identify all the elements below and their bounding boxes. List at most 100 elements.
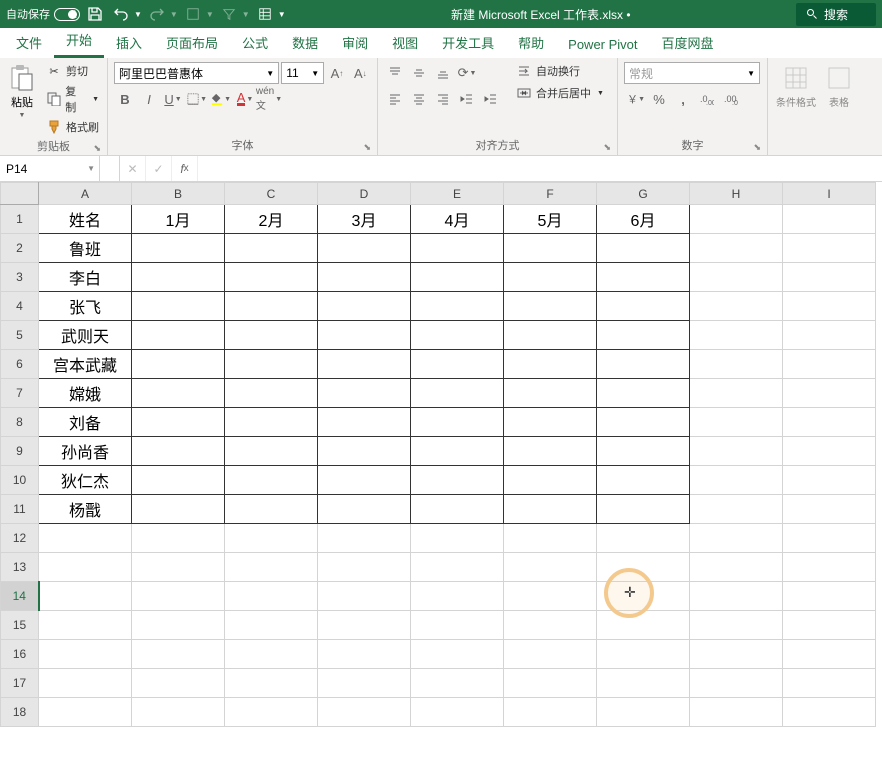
cell-B1[interactable]: 1月 [132,205,225,234]
cell-I18[interactable] [783,698,876,727]
cell-C6[interactable] [225,350,318,379]
cell-C13[interactable] [225,553,318,582]
cell-I4[interactable] [783,292,876,321]
cell-A9[interactable]: 孙尚香 [39,437,132,466]
cancel-formula-icon[interactable]: ✕ [120,156,146,181]
cell-B13[interactable] [132,553,225,582]
cell-I8[interactable] [783,408,876,437]
cell-B5[interactable] [132,321,225,350]
cell-E8[interactable] [411,408,504,437]
tab-data[interactable]: 数据 [280,27,330,58]
cell-H13[interactable] [690,553,783,582]
row-header-7[interactable]: 7 [1,379,39,408]
row-header-1[interactable]: 1 [1,205,39,234]
cell-A3[interactable]: 李白 [39,263,132,292]
cell-G15[interactable] [597,611,690,640]
cell-I9[interactable] [783,437,876,466]
cell-I17[interactable] [783,669,876,698]
cell-D3[interactable] [318,263,411,292]
cell-D5[interactable] [318,321,411,350]
cell-F14[interactable] [504,582,597,611]
cell-B3[interactable] [132,263,225,292]
row-header-6[interactable]: 6 [1,350,39,379]
cell-H10[interactable] [690,466,783,495]
tab-review[interactable]: 审阅 [330,27,380,58]
cell-I2[interactable] [783,234,876,263]
cell-F12[interactable] [504,524,597,553]
merge-center-button[interactable]: 合并后居中▼ [514,84,606,102]
cell-H18[interactable] [690,698,783,727]
number-launcher[interactable]: ⬊ [753,142,761,153]
accounting-icon[interactable]: ￥▼ [624,88,646,110]
cell-D4[interactable] [318,292,411,321]
formula-input[interactable] [198,156,882,181]
cell-F15[interactable] [504,611,597,640]
row-header-10[interactable]: 10 [1,466,39,495]
cell-D6[interactable] [318,350,411,379]
cell-F17[interactable] [504,669,597,698]
tab-power-pivot[interactable]: Power Pivot [556,31,649,58]
row-header-11[interactable]: 11 [1,495,39,524]
search-box[interactable]: 搜索 [796,3,876,26]
col-header-H[interactable]: H [690,183,783,205]
italic-button[interactable]: I [138,88,160,110]
cell-H3[interactable] [690,263,783,292]
tab-developer[interactable]: 开发工具 [430,27,506,58]
redo-dropdown[interactable]: ▼ [170,10,178,19]
cell-H15[interactable] [690,611,783,640]
cell-G9[interactable] [597,437,690,466]
cell-I15[interactable] [783,611,876,640]
align-top-icon[interactable] [384,62,406,84]
cell-G5[interactable] [597,321,690,350]
cell-F16[interactable] [504,640,597,669]
cell-E12[interactable] [411,524,504,553]
font-launcher[interactable]: ⬊ [363,142,371,153]
insert-function-icon[interactable]: fx [172,156,198,181]
cell-E13[interactable] [411,553,504,582]
dec-decimal-icon[interactable]: .00.0 [720,88,742,110]
col-header-I[interactable]: I [783,183,876,205]
cell-G4[interactable] [597,292,690,321]
cell-A12[interactable] [39,524,132,553]
format-table-button[interactable]: 表格 [824,62,854,111]
cell-C18[interactable] [225,698,318,727]
cell-D15[interactable] [318,611,411,640]
wrap-text-button[interactable]: 自动换行 [514,62,606,80]
tab-formulas[interactable]: 公式 [230,27,280,58]
cell-I13[interactable] [783,553,876,582]
row-header-9[interactable]: 9 [1,437,39,466]
cell-B14[interactable] [132,582,225,611]
cell-C2[interactable] [225,234,318,263]
row-header-3[interactable]: 3 [1,263,39,292]
col-header-B[interactable]: B [132,183,225,205]
cell-A17[interactable] [39,669,132,698]
cell-B4[interactable] [132,292,225,321]
cell-H11[interactable] [690,495,783,524]
cell-D2[interactable] [318,234,411,263]
cell-D1[interactable]: 3月 [318,205,411,234]
cell-D12[interactable] [318,524,411,553]
cell-F3[interactable] [504,263,597,292]
cell-H6[interactable] [690,350,783,379]
paste-button[interactable]: 粘贴 ▼ [6,62,38,121]
number-format-combo[interactable]: 常规▼ [624,62,760,84]
cell-A4[interactable]: 张飞 [39,292,132,321]
cell-H17[interactable] [690,669,783,698]
undo-icon[interactable] [110,3,132,25]
redo-icon[interactable] [146,3,168,25]
cell-C3[interactable] [225,263,318,292]
col-header-A[interactable]: A [39,183,132,205]
cell-G1[interactable]: 6月 [597,205,690,234]
inc-decimal-icon[interactable]: .0.00 [696,88,718,110]
row-header-5[interactable]: 5 [1,321,39,350]
bold-button[interactable]: B [114,88,136,110]
cell-I11[interactable] [783,495,876,524]
align-center-icon[interactable] [408,88,430,110]
conditional-format-button[interactable]: 条件格式 [774,62,818,111]
cell-H14[interactable] [690,582,783,611]
cell-C10[interactable] [225,466,318,495]
cell-A15[interactable] [39,611,132,640]
cell-E18[interactable] [411,698,504,727]
form-icon[interactable] [254,3,276,25]
cell-A5[interactable]: 武则天 [39,321,132,350]
